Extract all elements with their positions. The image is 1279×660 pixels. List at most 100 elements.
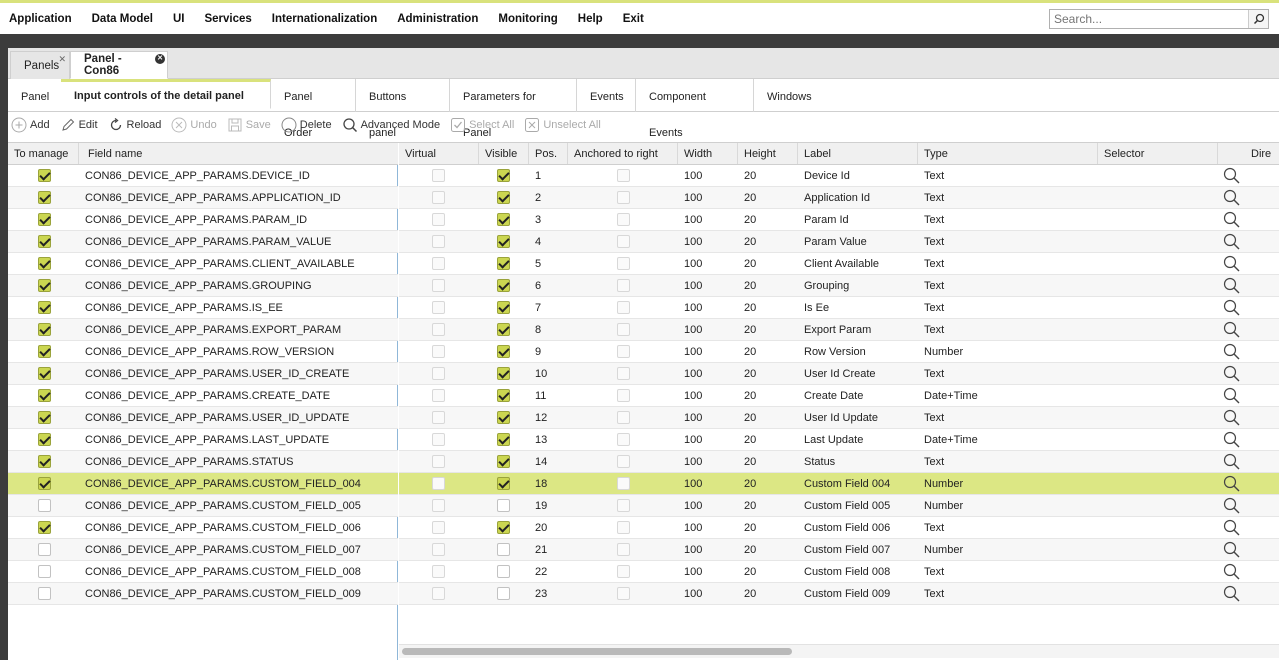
- table-row[interactable]: 22 100 20 Custom Field 008 Text: [399, 561, 1279, 583]
- table-row[interactable]: 8 100 20 Export Param Text: [399, 319, 1279, 341]
- column-header-dir[interactable]: Dire: [1218, 143, 1279, 164]
- unselect-all-button[interactable]: Unselect All: [524, 117, 601, 133]
- column-header-height[interactable]: Height: [738, 143, 798, 164]
- column-header-pos[interactable]: Pos.: [529, 143, 568, 164]
- column-header-selector[interactable]: Selector: [1098, 143, 1218, 164]
- virtual-checkbox[interactable]: [432, 279, 445, 292]
- visible-checkbox[interactable]: [497, 235, 510, 248]
- table-row[interactable]: CON86_DEVICE_APP_PARAMS.PARAM_ID: [8, 209, 398, 231]
- to-manage-checkbox[interactable]: [38, 521, 51, 534]
- selector-lookup-button[interactable]: [1223, 365, 1240, 385]
- table-row[interactable]: 21 100 20 Custom Field 007 Number: [399, 539, 1279, 561]
- close-icon[interactable]: ✕: [155, 54, 165, 64]
- selector-lookup-button[interactable]: [1223, 343, 1240, 363]
- visible-checkbox[interactable]: [497, 367, 510, 380]
- to-manage-checkbox[interactable]: [38, 455, 51, 468]
- anchored-checkbox[interactable]: [617, 191, 630, 204]
- virtual-checkbox[interactable]: [432, 587, 445, 600]
- visible-checkbox[interactable]: [497, 169, 510, 182]
- table-row[interactable]: CON86_DEVICE_APP_PARAMS.IS_EE: [8, 297, 398, 319]
- delete-button[interactable]: Delete: [281, 117, 332, 133]
- tab-windows[interactable]: Windows: [754, 79, 826, 112]
- virtual-checkbox[interactable]: [432, 389, 445, 402]
- to-manage-checkbox[interactable]: [38, 367, 51, 380]
- menu-ui[interactable]: UI: [163, 13, 195, 25]
- visible-checkbox[interactable]: [497, 477, 510, 490]
- to-manage-checkbox[interactable]: [38, 433, 51, 446]
- menu-services[interactable]: Services: [194, 13, 261, 25]
- advanced-mode-button[interactable]: Advanced Mode: [342, 117, 440, 133]
- virtual-checkbox[interactable]: [432, 213, 445, 226]
- to-manage-checkbox[interactable]: [38, 323, 51, 336]
- column-header-field-name[interactable]: Field name: [79, 143, 398, 164]
- to-manage-checkbox[interactable]: [38, 587, 51, 600]
- table-row[interactable]: CON86_DEVICE_APP_PARAMS.CUSTOM_FIELD_009: [8, 583, 398, 605]
- selector-lookup-button[interactable]: [1223, 277, 1240, 297]
- table-row[interactable]: CON86_DEVICE_APP_PARAMS.USER_ID_UPDATE: [8, 407, 398, 429]
- table-row[interactable]: CON86_DEVICE_APP_PARAMS.CLIENT_AVAILABLE: [8, 253, 398, 275]
- anchored-checkbox[interactable]: [617, 169, 630, 182]
- selector-lookup-button[interactable]: [1223, 321, 1240, 341]
- visible-checkbox[interactable]: [497, 345, 510, 358]
- close-icon[interactable]: ✕: [58, 54, 66, 65]
- virtual-checkbox[interactable]: [432, 345, 445, 358]
- table-row[interactable]: CON86_DEVICE_APP_PARAMS.ROW_VERSION: [8, 341, 398, 363]
- tab-parameters-for-panel[interactable]: Parameters for Panel: [450, 79, 577, 139]
- visible-checkbox[interactable]: [497, 455, 510, 468]
- table-row[interactable]: 18 100 20 Custom Field 004 Number: [399, 473, 1279, 495]
- anchored-checkbox[interactable]: [617, 499, 630, 512]
- table-row[interactable]: 23 100 20 Custom Field 009 Text: [399, 583, 1279, 605]
- save-button[interactable]: Save: [227, 117, 271, 133]
- to-manage-checkbox[interactable]: [38, 235, 51, 248]
- visible-checkbox[interactable]: [497, 301, 510, 314]
- table-row[interactable]: 13 100 20 Last Update Date+Time: [399, 429, 1279, 451]
- visible-checkbox[interactable]: [497, 191, 510, 204]
- to-manage-checkbox[interactable]: [38, 543, 51, 556]
- virtual-checkbox[interactable]: [432, 235, 445, 248]
- to-manage-checkbox[interactable]: [38, 345, 51, 358]
- menu-data-model[interactable]: Data Model: [82, 13, 163, 25]
- virtual-checkbox[interactable]: [432, 499, 445, 512]
- selector-lookup-button[interactable]: [1223, 189, 1240, 209]
- table-row[interactable]: CON86_DEVICE_APP_PARAMS.CUSTOM_FIELD_005: [8, 495, 398, 517]
- tab-panel-order[interactable]: Panel Order: [271, 79, 356, 139]
- menu-exit[interactable]: Exit: [613, 13, 654, 25]
- virtual-checkbox[interactable]: [432, 565, 445, 578]
- scrollbar-thumb[interactable]: [402, 648, 792, 655]
- anchored-checkbox[interactable]: [617, 323, 630, 336]
- virtual-checkbox[interactable]: [432, 521, 445, 534]
- selector-lookup-button[interactable]: [1223, 387, 1240, 407]
- table-row[interactable]: CON86_DEVICE_APP_PARAMS.CREATE_DATE: [8, 385, 398, 407]
- to-manage-checkbox[interactable]: [38, 411, 51, 424]
- undo-button[interactable]: Undo: [171, 117, 217, 133]
- virtual-checkbox[interactable]: [432, 455, 445, 468]
- virtual-checkbox[interactable]: [432, 477, 445, 490]
- tab-input-controls[interactable]: Input controls of the detail panel: [61, 79, 271, 109]
- anchored-checkbox[interactable]: [617, 411, 630, 424]
- selector-lookup-button[interactable]: [1223, 409, 1240, 429]
- table-row[interactable]: 19 100 20 Custom Field 005 Number: [399, 495, 1279, 517]
- menu-administration[interactable]: Administration: [387, 13, 488, 25]
- tab-buttons-panel[interactable]: Buttons panel: [356, 79, 450, 139]
- anchored-checkbox[interactable]: [617, 433, 630, 446]
- doc-tab-panels[interactable]: Panels ✕: [10, 51, 70, 79]
- table-row[interactable]: CON86_DEVICE_APP_PARAMS.PARAM_VALUE: [8, 231, 398, 253]
- menu-help[interactable]: Help: [568, 13, 613, 25]
- table-row[interactable]: CON86_DEVICE_APP_PARAMS.CUSTOM_FIELD_007: [8, 539, 398, 561]
- anchored-checkbox[interactable]: [617, 279, 630, 292]
- visible-checkbox[interactable]: [497, 521, 510, 534]
- anchored-checkbox[interactable]: [617, 257, 630, 270]
- visible-checkbox[interactable]: [497, 279, 510, 292]
- anchored-checkbox[interactable]: [617, 455, 630, 468]
- to-manage-checkbox[interactable]: [38, 279, 51, 292]
- selector-lookup-button[interactable]: [1223, 453, 1240, 473]
- anchored-checkbox[interactable]: [617, 301, 630, 314]
- reload-button[interactable]: Reload: [108, 117, 161, 133]
- table-row[interactable]: CON86_DEVICE_APP_PARAMS.CUSTOM_FIELD_008: [8, 561, 398, 583]
- anchored-checkbox[interactable]: [617, 345, 630, 358]
- to-manage-checkbox[interactable]: [38, 477, 51, 490]
- to-manage-checkbox[interactable]: [38, 565, 51, 578]
- table-row[interactable]: CON86_DEVICE_APP_PARAMS.LAST_UPDATE: [8, 429, 398, 451]
- selector-lookup-button[interactable]: [1223, 541, 1240, 561]
- visible-checkbox[interactable]: [497, 411, 510, 424]
